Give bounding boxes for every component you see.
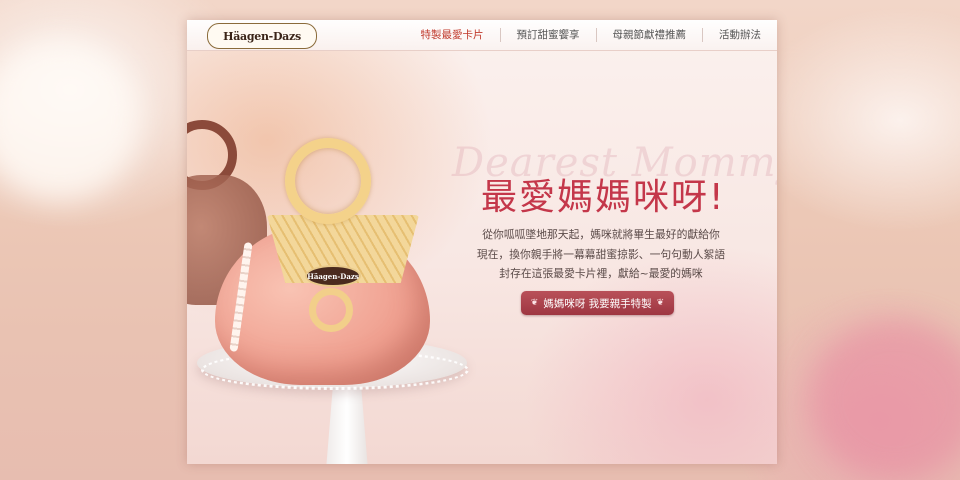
top-navbar: Häagen-Dazs 特製最愛卡片 預訂甜蜜饗享 母親節獻禮推薦 活動辦法 [187, 20, 777, 51]
ornament-left-icon: ❦ [530, 298, 539, 308]
nav-menu: 特製最愛卡片 預訂甜蜜饗享 母親節獻禮推薦 活動辦法 [405, 20, 778, 50]
logo-text: Häagen-Dazs [223, 29, 301, 43]
haagen-dazs-logo[interactable]: Häagen-Dazs [207, 23, 317, 49]
nav-item-special-card[interactable]: 特製最愛卡片 [405, 28, 500, 42]
main-stage: Häagen-Dazs 特製最愛卡片 預訂甜蜜饗享 母親節獻禮推薦 活動辦法 H… [187, 20, 777, 464]
handbag-cake-ring [309, 288, 353, 332]
nav-item-reserve[interactable]: 預訂甜蜜饗享 [499, 28, 596, 42]
product-badge-text: Häagen-Dazs [307, 271, 359, 281]
handbag-cake-handle [285, 138, 371, 224]
hero-copy-line: 從你呱呱墜地那天起，媽咪就將畢生最好的獻給你 [482, 228, 720, 241]
ornament-right-icon: ❦ [656, 298, 665, 308]
background-bokeh-left [0, 40, 140, 200]
make-card-button-label: 媽媽咪呀 我要親手特製 [543, 297, 652, 310]
background-flower-right [810, 320, 960, 480]
nav-item-rules[interactable]: 活動辦法 [702, 28, 777, 42]
make-card-button[interactable]: ❦ 媽媽咪呀 我要親手特製 ❦ [521, 291, 674, 315]
hero-copy: 從你呱呱墜地那天起，媽咪就將畢生最好的獻給你 現在，換你親手將一幕幕甜蜜掠影、一… [451, 225, 751, 284]
hero-copy-line: 現在，換你親手將一幕幕甜蜜掠影、一句句動人絮語 [476, 247, 726, 261]
hero-copy-line: 封存在這張最愛卡片裡，獻給~最愛的媽咪 [499, 267, 703, 280]
nav-item-gift-recommend[interactable]: 母親節獻禮推薦 [595, 28, 703, 42]
hero-headline: 最愛媽媽咪呀! [481, 177, 726, 218]
product-logo-badge: Häagen-Dazs [305, 265, 361, 287]
